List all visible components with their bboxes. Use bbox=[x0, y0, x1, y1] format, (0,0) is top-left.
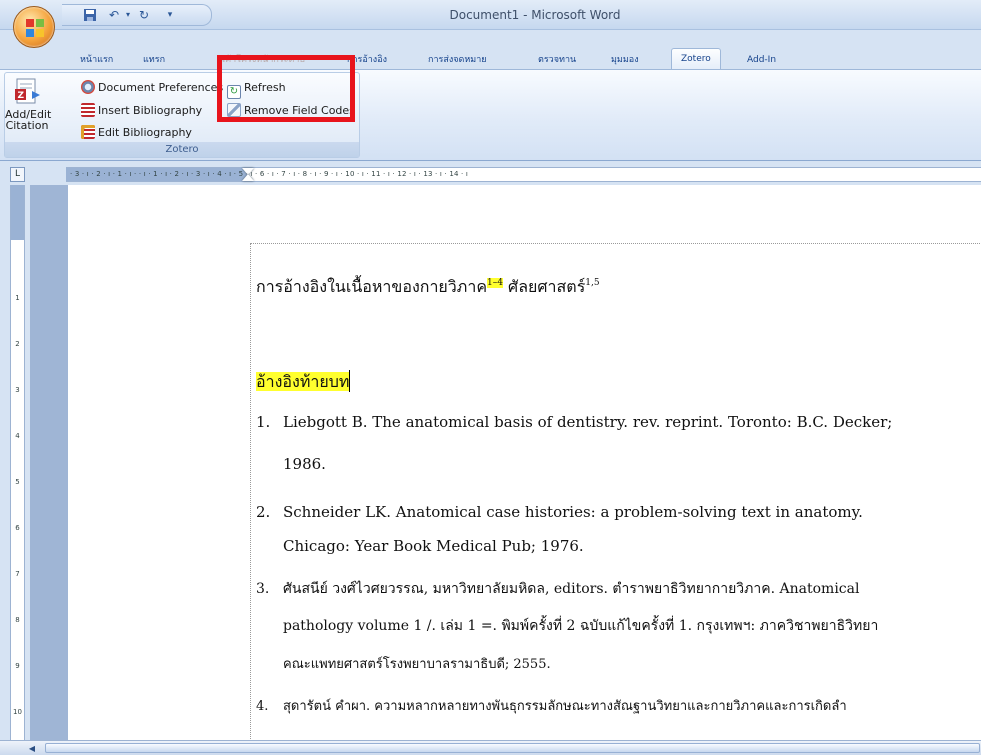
vruler-top-margin bbox=[11, 185, 24, 240]
add-citation-icon: Z bbox=[12, 77, 42, 107]
document-preferences-label: Document Preferences bbox=[98, 81, 224, 94]
red-highlight-box bbox=[217, 55, 355, 122]
tab-view[interactable]: มุมมอง bbox=[611, 50, 639, 70]
undo-dropdown-icon[interactable]: ▾ bbox=[120, 8, 136, 22]
bibliography-heading: อ้างอิงท้ายบท bbox=[256, 372, 350, 391]
insert-bibliography-button[interactable]: Insert Bibliography bbox=[81, 102, 202, 120]
add-edit-citation-button[interactable]: Z Add/Edit Citation bbox=[5, 77, 51, 141]
vertical-ruler[interactable]: 1 2 3 4 5 6 7 8 9 10 bbox=[10, 185, 25, 740]
bibliography-heading-line[interactable]: อ้างอิงท้ายบท bbox=[256, 370, 351, 395]
heading-text: การอ้างอิงในเนื้อหาของกายวิภาค bbox=[256, 277, 488, 296]
ref-text: Schneider LK. Anatomical case histories:… bbox=[283, 503, 863, 521]
save-icon[interactable] bbox=[82, 8, 98, 22]
ref-number: 4. bbox=[256, 699, 269, 714]
tab-home[interactable]: หน้าแรก bbox=[80, 50, 113, 70]
redo-icon[interactable]: ↻ bbox=[136, 8, 152, 22]
ref-number: 2. bbox=[256, 503, 271, 521]
ruler-ticks: · 3 · ı · 2 · ı · 1 · ı · · ı · 1 · ı · … bbox=[70, 170, 469, 178]
tab-zotero[interactable]: Zotero bbox=[671, 48, 721, 70]
tab-selector[interactable]: L bbox=[10, 167, 25, 182]
text-cursor bbox=[349, 370, 351, 392]
ref-text: Liebgott B. The anatomical basis of dent… bbox=[283, 413, 893, 431]
office-logo-icon bbox=[26, 19, 44, 37]
ref-3-line-1[interactable]: 3. ศันสนีย์ วงศ์ไวศยวรรณ, มหาวิทยาลัยมหิด… bbox=[256, 578, 859, 600]
scroll-left-icon[interactable]: ◀ bbox=[24, 743, 40, 754]
ribbon: Z Add/Edit Citation Document Preferences… bbox=[0, 69, 981, 161]
ref-3-line-3[interactable]: คณะแพทยศาสตร์โรงพยาบาลรามาธิบดี; 2555. bbox=[283, 653, 551, 674]
svg-text:Z: Z bbox=[18, 91, 25, 101]
ref-3-line-2[interactable]: pathology volume 1 /. เล่ม 1 =. พิมพ์ครั… bbox=[283, 615, 878, 637]
page[interactable]: การอ้างอิงในเนื้อหาของกายวิภาค1–4 ศัลยศา… bbox=[68, 185, 981, 740]
bibliography-icon bbox=[81, 103, 95, 117]
horizontal-ruler[interactable]: · 3 · ı · 2 · ı · 1 · ı · · ı · 1 · ı · … bbox=[66, 167, 981, 182]
office-button[interactable] bbox=[13, 6, 55, 48]
add-edit-citation-label-2: Citation bbox=[5, 119, 49, 132]
edit-bibliography-label: Edit Bibliography bbox=[98, 126, 192, 139]
ref-4-line-1[interactable]: 4. สุดารัตน์ คำผา. ความหลากหลายทางพันธุกร… bbox=[256, 695, 847, 716]
ref-1-line-2[interactable]: 1986. bbox=[283, 455, 326, 473]
customize-icon[interactable]: ▾ bbox=[162, 8, 178, 22]
tab-insert[interactable]: แทรก bbox=[143, 50, 165, 70]
horizontal-scrollbar[interactable]: ◀ bbox=[0, 740, 981, 755]
tab-add-in[interactable]: Add-In bbox=[747, 50, 776, 70]
insert-bibliography-label: Insert Bibliography bbox=[98, 104, 203, 117]
quick-access-toolbar: ↶ ▾ ↻ ▾ bbox=[62, 4, 212, 26]
document-area: การอ้างอิงในเนื้อหาของกายวิภาค1–4 ศัลยศา… bbox=[30, 185, 981, 740]
ref-text: สุดารัตน์ คำผา. ความหลากหลายทางพันธุกรรม… bbox=[283, 699, 847, 714]
heading-line[interactable]: การอ้างอิงในเนื้อหาของกายวิภาค1–4 ศัลยศา… bbox=[256, 275, 600, 300]
citation-1[interactable]: 1–4 bbox=[487, 278, 503, 288]
heading-text-2: ศัลยศาสตร์ bbox=[502, 277, 586, 296]
ref-1-line-1[interactable]: 1. Liebgott B. The anatomical basis of de… bbox=[256, 413, 892, 431]
ref-text: ศันสนีย์ วงศ์ไวศยวรรณ, มหาวิทยาลัยมหิดล,… bbox=[283, 581, 860, 597]
ref-number: 3. bbox=[256, 581, 270, 597]
edit-bibliography-button[interactable]: Edit Bibliography bbox=[81, 124, 192, 142]
zotero-group-label: Zotero bbox=[5, 142, 359, 157]
ruler-row: L · 3 · ı · 2 · ı · 1 · ı · · ı · 1 · ı … bbox=[0, 163, 981, 185]
scrollbar-thumb[interactable] bbox=[45, 743, 980, 753]
vruler-ticks: 1 2 3 4 5 6 7 8 9 10 bbox=[13, 294, 22, 716]
ref-number: 1. bbox=[256, 413, 271, 431]
ref-2-line-1[interactable]: 2. Schneider LK. Anatomical case historie… bbox=[256, 503, 863, 521]
hanging-indent-marker[interactable] bbox=[242, 174, 254, 181]
preferences-icon bbox=[81, 80, 95, 94]
ref-2-line-2[interactable]: Chicago: Year Book Medical Pub; 1976. bbox=[283, 537, 584, 555]
ribbon-tabs: หน้าแรก แทรก เค้าโครงหน้ากระดาษ การอ้างอ… bbox=[0, 46, 981, 70]
tab-review[interactable]: ตรวจทาน bbox=[538, 50, 576, 70]
citation-2[interactable]: 1,5 bbox=[585, 278, 599, 288]
edit-bibliography-icon bbox=[81, 125, 95, 139]
tab-mailings[interactable]: การส่งจดหมาย bbox=[428, 50, 487, 70]
document-preferences-button[interactable]: Document Preferences bbox=[81, 79, 223, 97]
